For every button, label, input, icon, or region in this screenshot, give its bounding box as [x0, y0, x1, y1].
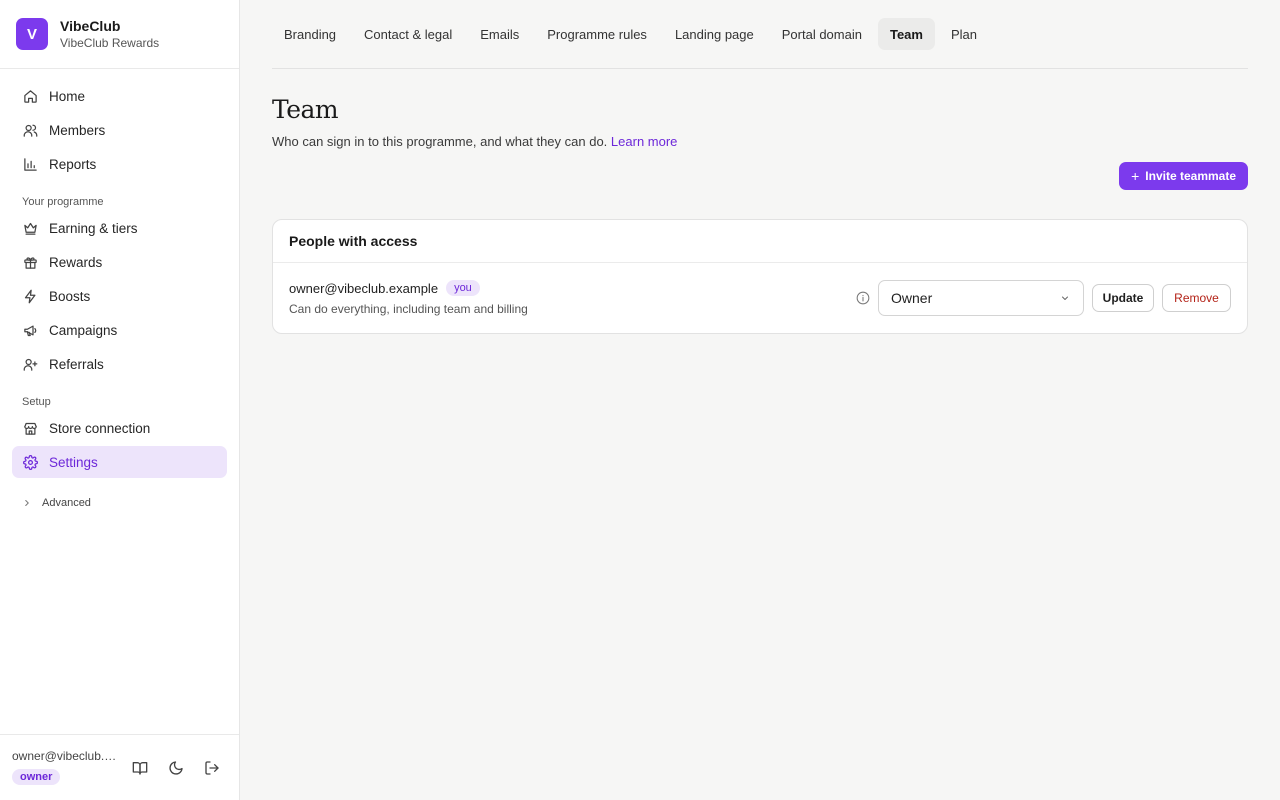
invite-row: + Invite teammate — [272, 149, 1248, 219]
users-icon — [22, 122, 38, 138]
sidebar-item-label: Referrals — [49, 356, 104, 372]
brand-subtitle: VibeClub Rewards — [60, 35, 160, 50]
sidebar-item-settings[interactable]: Settings — [12, 446, 227, 478]
footer-actions — [131, 759, 221, 777]
sidebar-item-label: Rewards — [49, 254, 103, 270]
sidebar-item-members[interactable]: Members — [12, 114, 227, 146]
brand-text: VibeClub VibeClub Rewards — [60, 17, 159, 52]
megaphone-icon — [22, 322, 38, 338]
sidebar-item-label: Settings — [49, 454, 98, 470]
person-email-line: owner@vibeclub.example you — [289, 280, 480, 296]
you-badge: you — [446, 280, 480, 296]
sidebar-item-boosts[interactable]: Boosts — [12, 280, 227, 312]
bar-chart-icon — [22, 156, 38, 172]
tab-emails[interactable]: Emails — [468, 18, 531, 50]
invite-teammate-button[interactable]: + Invite teammate — [1119, 162, 1248, 190]
sidebar-item-label: Store connection — [49, 420, 151, 436]
sidebar-item-label: Home — [49, 88, 86, 104]
page-title: Team — [272, 95, 339, 124]
sidebar-item-home[interactable]: Home — [12, 80, 227, 112]
home-icon — [22, 88, 38, 104]
card-title: People with access — [273, 220, 1247, 263]
sidebar-item-reports[interactable]: Reports — [12, 148, 227, 180]
sidebar-item-campaigns[interactable]: Campaigns — [12, 314, 227, 346]
gear-icon — [22, 454, 38, 470]
page-description-text: Who can sign in to this programme, and w… — [272, 134, 608, 149]
role-select-value: Owner — [891, 290, 933, 306]
user-plus-icon — [22, 356, 38, 372]
tab-team[interactable]: Team — [877, 18, 935, 50]
sidebar: V VibeClub VibeClub Rewards Home Members… — [0, 0, 240, 800]
user-role-badge: owner — [12, 769, 61, 785]
store-icon — [22, 420, 38, 436]
invite-button-label: Invite teammate — [1145, 169, 1236, 183]
tab-programme-rules[interactable]: Programme rules — [535, 18, 659, 50]
info-icon[interactable] — [856, 291, 870, 305]
person-role-description: Can do everything, including team and bi… — [289, 302, 528, 316]
role-select[interactable]: Owner — [878, 280, 1084, 316]
gift-icon — [22, 254, 38, 270]
people-with-access-card: People with access owner@vibeclub.exampl… — [272, 219, 1248, 334]
tab-branding[interactable]: Branding — [272, 18, 348, 50]
nav-section-setup: Setup — [22, 396, 51, 408]
sidebar-item-store-connection[interactable]: Store connection — [12, 412, 227, 444]
sidebar-footer: owner@vibeclub.example owner — [0, 734, 239, 800]
sidebar-item-label: Campaigns — [49, 322, 118, 338]
page-description: Who can sign in to this programme, and w… — [272, 134, 1248, 149]
tab-portal-domain[interactable]: Portal domain — [770, 18, 874, 50]
learn-more-link[interactable]: Learn more — [611, 134, 677, 149]
plus-icon: + — [1131, 168, 1140, 184]
moon-icon[interactable] — [167, 759, 185, 777]
sidebar-item-label: Earning & tiers — [49, 220, 138, 236]
person-email: owner@vibeclub.example — [289, 280, 439, 296]
sidebar-nav: Home Members Reports Your programme Earn… — [12, 80, 227, 518]
book-icon[interactable] — [131, 759, 149, 777]
user-email: owner@vibeclub.example — [12, 749, 120, 763]
settings-tabs: Branding Contact & legal Emails Programm… — [272, 0, 1248, 69]
chevron-down-icon — [1059, 291, 1071, 305]
tab-landing-page[interactable]: Landing page — [663, 18, 766, 50]
sidebar-item-label: Reports — [49, 156, 97, 172]
lightning-icon — [22, 288, 38, 304]
main-content: Branding Contact & legal Emails Programm… — [272, 0, 1248, 334]
sidebar-item-rewards[interactable]: Rewards — [12, 246, 227, 278]
nav-section-programme: Your programme — [22, 196, 104, 208]
chevron-right-icon — [22, 498, 32, 508]
advanced-label: Advanced — [42, 497, 91, 509]
sidebar-item-referrals[interactable]: Referrals — [12, 348, 227, 380]
person-row: owner@vibeclub.example you Can do everyt… — [273, 263, 1247, 333]
sidebar-item-label: Boosts — [49, 288, 91, 304]
sidebar-item-label: Members — [49, 122, 106, 138]
tab-contact-legal[interactable]: Contact & legal — [352, 18, 464, 50]
logout-icon[interactable] — [203, 759, 221, 777]
update-button[interactable]: Update — [1092, 284, 1154, 312]
crown-icon — [22, 220, 38, 236]
advanced-toggle[interactable]: Advanced — [12, 488, 227, 518]
brand-name: VibeClub — [60, 17, 121, 34]
tab-plan[interactable]: Plan — [939, 18, 989, 50]
brand-logo: V — [16, 18, 48, 50]
sidebar-item-earning-tiers[interactable]: Earning & tiers — [12, 212, 227, 244]
remove-button[interactable]: Remove — [1162, 284, 1231, 312]
brand-header: V VibeClub VibeClub Rewards — [0, 0, 239, 69]
